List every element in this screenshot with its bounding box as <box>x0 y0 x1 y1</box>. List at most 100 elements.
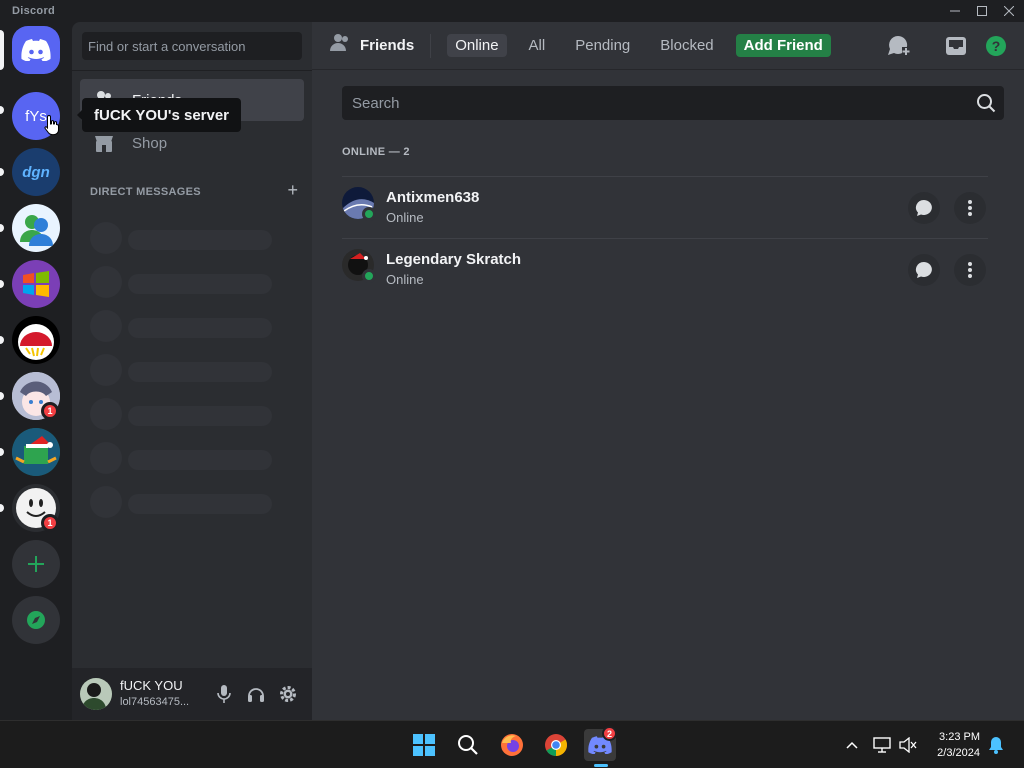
help-button[interactable]: ? <box>984 34 1008 58</box>
server-dgn[interactable]: dgn <box>12 148 60 196</box>
friend-name: Antixmen638 <box>386 189 480 206</box>
close-button[interactable] <box>994 0 1024 22</box>
hand-cursor-icon <box>44 114 59 136</box>
firefox-button[interactable] <box>496 729 528 761</box>
plus-icon <box>28 556 44 572</box>
mute-button[interactable] <box>212 682 236 706</box>
friend-row[interactable]: Legendary Skratch Online <box>342 238 988 300</box>
deafen-button[interactable] <box>244 682 268 706</box>
search-icon <box>458 735 478 755</box>
minimize-button[interactable] <box>940 0 970 22</box>
tab-all[interactable]: All <box>521 34 554 57</box>
maximize-button[interactable] <box>967 0 997 22</box>
search-icon <box>976 93 996 117</box>
message-button[interactable] <box>908 192 940 224</box>
user-panel: fUCK YOU lol74563475... <box>72 668 312 720</box>
chat-bubble-icon <box>915 199 932 216</box>
message-button[interactable] <box>908 254 940 286</box>
online-count-header: ONLINE — 2 <box>342 146 410 158</box>
compass-icon <box>27 611 45 629</box>
friend-row[interactable]: Antixmen638 Online <box>342 176 988 238</box>
page-title: Friends <box>360 37 415 54</box>
friends-main: Friends Online All Pending Blocked Add F… <box>312 22 1024 720</box>
new-group-dm-button[interactable] <box>886 34 910 58</box>
network-button[interactable] <box>872 735 892 755</box>
svg-text:?: ? <box>992 38 1001 54</box>
clock-time: 3:23 PM <box>939 731 980 743</box>
clock-date: 2/3/2024 <box>937 747 980 759</box>
friend-status: Online <box>386 210 424 225</box>
start-button[interactable] <box>408 729 440 761</box>
volume-button[interactable] <box>898 735 918 755</box>
direct-messages-header: DIRECT MESSAGES <box>90 186 201 198</box>
server-indicator <box>0 168 4 176</box>
discord-logo-icon <box>21 39 51 61</box>
more-options-button[interactable] <box>954 254 986 286</box>
online-status-dot <box>362 269 376 283</box>
tab-pending[interactable]: Pending <box>567 34 638 57</box>
user-settings-button[interactable] <box>276 682 300 706</box>
server-messenger[interactable] <box>12 204 60 252</box>
friend-status: Online <box>386 272 424 287</box>
add-friend-button[interactable]: Add Friend <box>735 34 831 57</box>
server-christmas[interactable] <box>12 428 60 476</box>
headphones-icon <box>248 688 264 702</box>
firefox-icon <box>501 734 523 756</box>
tab-blocked[interactable]: Blocked <box>652 34 721 57</box>
conversation-search-input[interactable]: Find or start a conversation <box>82 32 302 60</box>
chevron-up-icon <box>846 741 858 749</box>
inbox-button[interactable] <box>944 34 968 58</box>
user-tag: lol74563475... <box>120 696 190 708</box>
more-vertical-icon <box>968 200 972 216</box>
windows-start-icon <box>413 734 435 756</box>
more-vertical-icon <box>968 262 972 278</box>
server-rail: fYs dgn 1 1 <box>0 22 72 720</box>
server-indicator <box>0 448 4 456</box>
server-indicator <box>0 224 4 232</box>
create-dm-button[interactable]: + <box>287 180 298 201</box>
running-indicator <box>594 764 608 767</box>
server-windows[interactable] <box>12 260 60 308</box>
active-indicator <box>0 30 4 70</box>
santa-hat-icon <box>12 428 60 476</box>
divider <box>72 70 312 71</box>
app-title: Discord <box>12 5 56 17</box>
taskbar-search-button[interactable] <box>452 729 484 761</box>
tray-overflow-button[interactable] <box>842 735 862 755</box>
more-options-button[interactable] <box>954 192 986 224</box>
system-clock[interactable]: 3:23 PM 2/3/2024 <box>937 729 980 761</box>
taskbar: 2 3:23 PM 2/3/2024 <box>0 720 1024 768</box>
server-ball[interactable] <box>12 316 60 364</box>
online-status-dot <box>362 207 376 221</box>
home-button[interactable] <box>12 26 60 74</box>
ball-icon <box>18 324 54 360</box>
messenger-people-icon <box>20 215 53 246</box>
microphone-icon <box>217 685 231 703</box>
tab-online[interactable]: Online <box>447 34 507 57</box>
server-indicator <box>0 336 4 344</box>
friend-name: Legendary Skratch <box>386 251 522 268</box>
explore-servers-button[interactable] <box>12 596 60 644</box>
friends-search-input[interactable]: Search <box>342 86 1004 120</box>
chrome-button[interactable] <box>540 729 572 761</box>
bell-icon <box>989 737 1003 754</box>
unread-badge: 1 <box>41 402 59 420</box>
friends-wave-icon <box>330 33 352 58</box>
title-bar: Discord <box>0 0 1024 22</box>
close-icon <box>1004 6 1014 16</box>
server-indicator <box>0 392 4 400</box>
friends-header: Friends Online All Pending Blocked Add F… <box>312 22 1024 70</box>
server-tooltip: fUCK YOU's server <box>76 98 242 132</box>
server-indicator <box>0 280 4 288</box>
sidebar-item-label: Shop <box>132 134 168 152</box>
unread-badge: 1 <box>41 514 59 532</box>
gear-icon <box>280 686 296 702</box>
minimize-icon <box>950 10 960 12</box>
notifications-button[interactable] <box>986 735 1006 755</box>
maximize-icon <box>977 6 987 16</box>
chat-bubble-icon <box>915 261 932 278</box>
add-server-button[interactable] <box>12 540 60 588</box>
server-indicator <box>0 106 4 114</box>
discord-notification-badge: 2 <box>602 726 617 741</box>
avatar[interactable] <box>80 678 112 710</box>
